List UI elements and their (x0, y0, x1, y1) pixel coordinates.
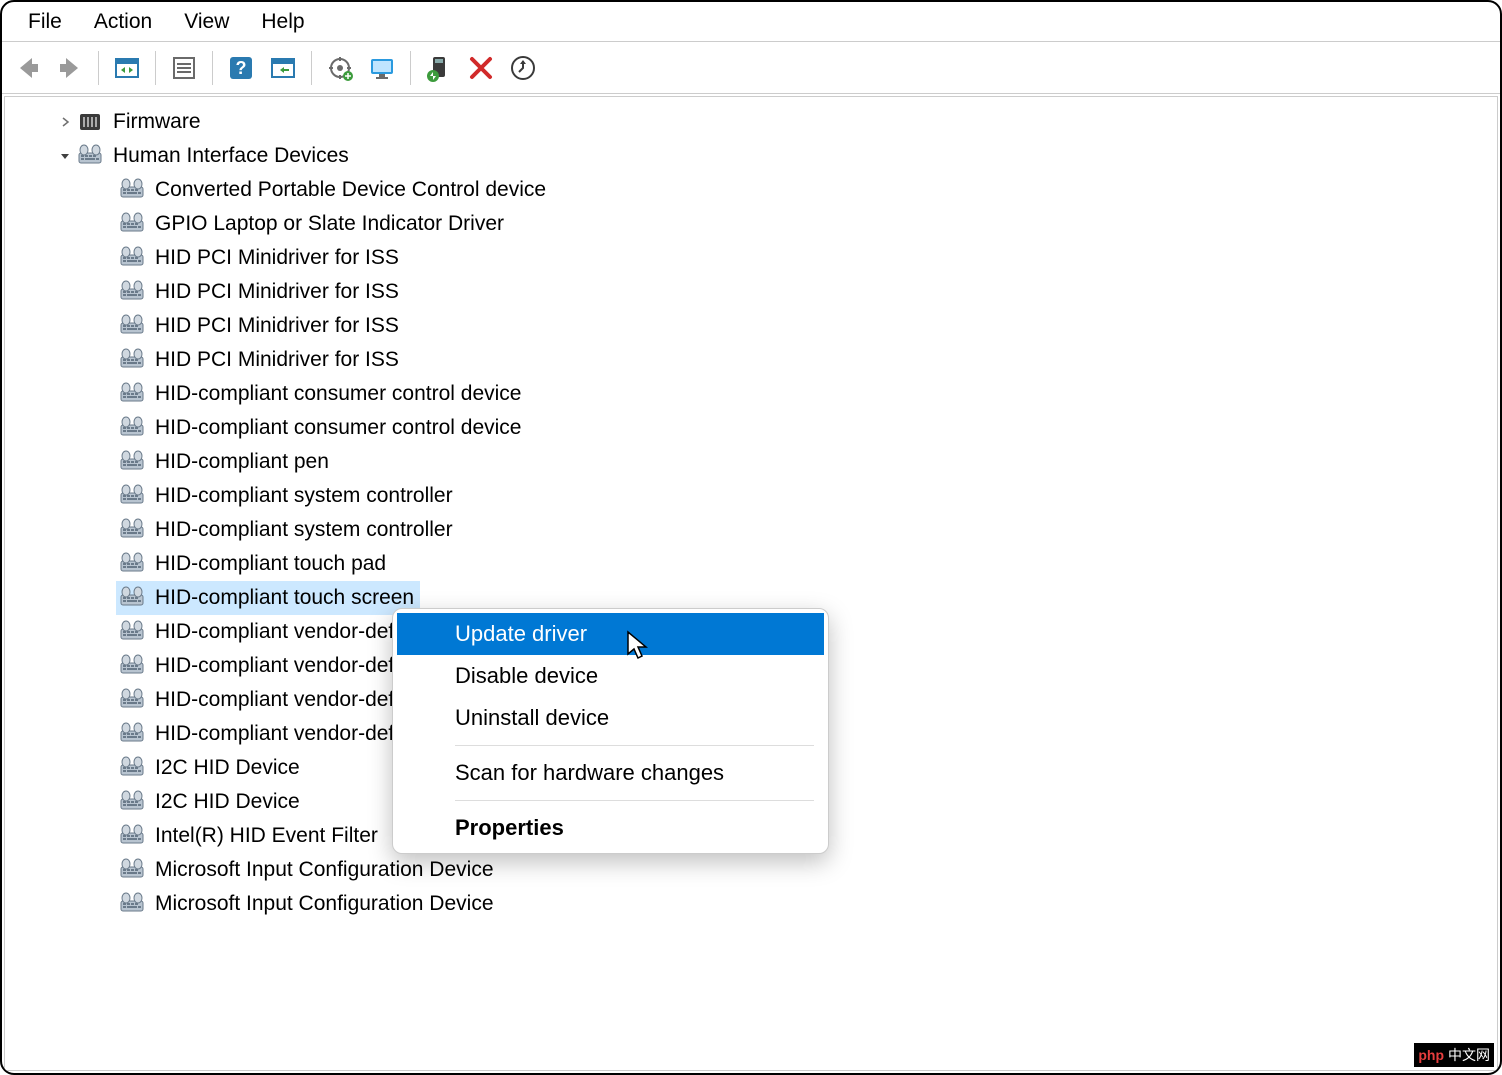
tree-category-hid[interactable]: Human Interface Devices (5, 139, 1497, 173)
context-menu-item[interactable]: Disable device (397, 655, 824, 697)
tree-device-label: HID-compliant consumer control device (155, 416, 521, 440)
hid-device-icon (119, 347, 145, 373)
tree-device-item[interactable]: HID PCI Minidriver for ISS (5, 309, 1497, 343)
hid-device-icon (119, 891, 145, 917)
tree-device-label: GPIO Laptop or Slate Indicator Driver (155, 212, 504, 236)
tree-device-item[interactable]: HID-compliant consumer control device (5, 411, 1497, 445)
tree-device-label: HID PCI Minidriver for ISS (155, 246, 399, 270)
help-button[interactable]: ? (225, 52, 257, 84)
hid-device-icon (119, 551, 145, 577)
menu-view[interactable]: View (168, 6, 245, 38)
menu-action[interactable]: Action (78, 6, 168, 38)
tree-device-item[interactable]: HID PCI Minidriver for ISS (5, 275, 1497, 309)
hid-device-icon (119, 381, 145, 407)
hid-device-icon (119, 517, 145, 543)
tree-device-label: I2C HID Device (155, 790, 300, 814)
context-menu-separator (455, 745, 814, 746)
tree-device-item[interactable]: HID-compliant system controller (5, 479, 1497, 513)
toolbar-separator (311, 51, 312, 85)
watermark-right: 中文网 (1448, 1045, 1490, 1065)
hid-device-icon (119, 483, 145, 509)
tree-device-label: Intel(R) HID Event Filter (155, 824, 378, 848)
chevron-down-icon[interactable] (55, 146, 75, 166)
hid-device-icon (119, 211, 145, 237)
context-menu-item[interactable]: Update driver (397, 613, 824, 655)
context-menu-item[interactable]: Uninstall device (397, 697, 824, 739)
forward-button[interactable] (54, 52, 86, 84)
menu-help[interactable]: Help (245, 6, 320, 38)
hid-device-icon (119, 449, 145, 475)
tree-category-label: Firmware (113, 110, 201, 134)
tree-device-label: Microsoft Input Configuration Device (155, 892, 494, 916)
tree-device-label: HID-compliant consumer control device (155, 382, 521, 406)
tree-device-label: HID-compliant system controller (155, 518, 453, 542)
hid-device-icon (119, 687, 145, 713)
hid-device-icon (119, 279, 145, 305)
properties-button[interactable] (168, 52, 200, 84)
tree-device-label: HID-compliant system controller (155, 484, 453, 508)
disable-device-button[interactable] (465, 52, 497, 84)
tree-device-label: HID-compliant pen (155, 450, 329, 474)
refresh-button[interactable] (267, 52, 299, 84)
tree-device-label: HID PCI Minidriver for ISS (155, 314, 399, 338)
scan-hardware-button[interactable] (507, 52, 539, 84)
hid-device-icon (119, 653, 145, 679)
hid-device-icon (119, 585, 145, 611)
hid-device-icon (119, 857, 145, 883)
hid-device-icon (119, 177, 145, 203)
tree-device-label: Microsoft Input Configuration Device (155, 858, 494, 882)
hid-device-icon (119, 245, 145, 271)
device-tree-panel: Firmware Human Interface Devices Converted… (4, 96, 1498, 1071)
monitor-icon[interactable] (366, 52, 398, 84)
context-menu-separator (455, 800, 814, 801)
tree-device-label: HID PCI Minidriver for ISS (155, 348, 399, 372)
toolbar: ? (2, 42, 1500, 94)
tree-device-item[interactable]: Microsoft Input Configuration Device (5, 887, 1497, 921)
tree-device-item[interactable]: Microsoft Input Configuration Device (5, 853, 1497, 887)
toolbar-separator (155, 51, 156, 85)
toolbar-separator (410, 51, 411, 85)
watermark: php 中文网 (1414, 1043, 1494, 1067)
hid-device-icon (119, 823, 145, 849)
tree-device-item[interactable]: HID-compliant touch screen (116, 581, 420, 615)
tree-device-label: HID-compliant touch pad (155, 552, 386, 576)
tree-device-label: Converted Portable Device Control device (155, 178, 546, 202)
hid-device-icon (119, 313, 145, 339)
hid-device-icon (119, 721, 145, 747)
menu-bar: File Action View Help (2, 2, 1500, 42)
chevron-right-icon[interactable] (55, 112, 75, 132)
back-button[interactable] (12, 52, 44, 84)
hid-device-icon (119, 619, 145, 645)
tree-device-label: HID PCI Minidriver for ISS (155, 280, 399, 304)
tree-device-label: I2C HID Device (155, 756, 300, 780)
tree-device-item[interactable]: HID-compliant consumer control device (5, 377, 1497, 411)
menu-file[interactable]: File (12, 6, 78, 38)
hid-category-icon (77, 143, 103, 169)
hid-device-icon (119, 415, 145, 441)
show-hide-tree-button[interactable] (111, 52, 143, 84)
tree-device-item[interactable]: HID PCI Minidriver for ISS (5, 343, 1497, 377)
tree-device-item[interactable]: HID-compliant pen (5, 445, 1497, 479)
tree-category-firmware[interactable]: Firmware (5, 105, 1497, 139)
svg-text:?: ? (236, 58, 247, 78)
tree-device-item[interactable]: HID-compliant touch pad (5, 547, 1497, 581)
hid-device-icon (119, 755, 145, 781)
enable-device-button[interactable] (423, 52, 455, 84)
context-menu-item[interactable]: Properties (397, 807, 824, 849)
tree-device-item[interactable]: HID PCI Minidriver for ISS (5, 241, 1497, 275)
firmware-icon (77, 109, 103, 135)
watermark-left: php (1418, 1047, 1444, 1063)
toolbar-separator (98, 51, 99, 85)
tree-device-label: HID-compliant touch screen (155, 586, 414, 610)
tree-category-label: Human Interface Devices (113, 144, 349, 168)
tree-device-item[interactable]: GPIO Laptop or Slate Indicator Driver (5, 207, 1497, 241)
hid-device-icon (119, 789, 145, 815)
toolbar-separator (212, 51, 213, 85)
tree-device-item[interactable]: Converted Portable Device Control device (5, 173, 1497, 207)
context-menu-item[interactable]: Scan for hardware changes (397, 752, 824, 794)
context-menu: Update driverDisable deviceUninstall dev… (392, 608, 829, 854)
tree-device-item[interactable]: HID-compliant system controller (5, 513, 1497, 547)
update-driver-button[interactable] (324, 52, 356, 84)
